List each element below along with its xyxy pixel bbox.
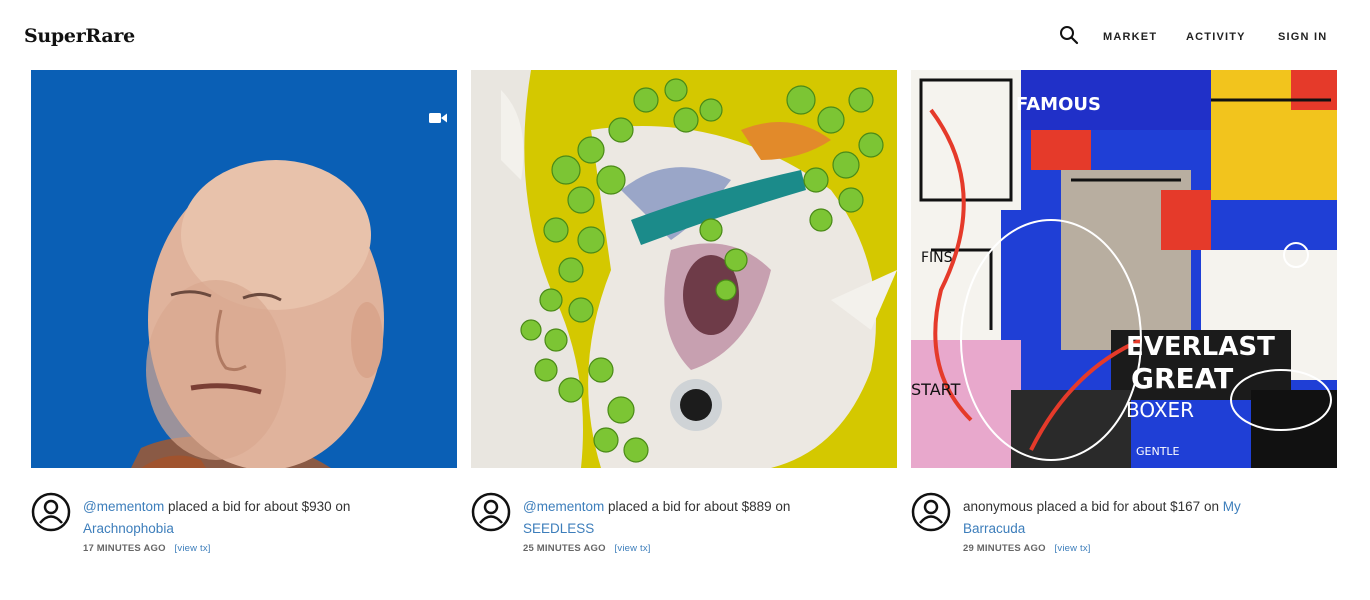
- view-tx-link[interactable]: [view tx]: [1055, 543, 1091, 554]
- nav-activity-link[interactable]: ACTIVITY: [1186, 31, 1246, 43]
- user-avatar-icon[interactable]: [31, 492, 71, 532]
- user-link[interactable]: @mementom: [83, 499, 164, 514]
- video-camera-icon: [429, 113, 447, 123]
- activity-card: @mementom placed a bid for about $889 on…: [471, 70, 897, 588]
- user-link[interactable]: @mementom: [523, 499, 604, 514]
- search-icon[interactable]: [1059, 25, 1079, 45]
- superrare-logo[interactable]: SuperRare: [24, 25, 135, 47]
- user-avatar-icon[interactable]: [471, 492, 511, 532]
- timestamp-row: 29 MINUTES AGO [view tx]: [963, 543, 1091, 554]
- svg-text:START: START: [911, 380, 961, 399]
- timestamp: 25 MINUTES AGO: [523, 543, 606, 554]
- nav-sign-in-link[interactable]: SIGN IN: [1278, 31, 1327, 43]
- svg-text:GENTLE: GENTLE: [1136, 445, 1180, 458]
- user-name: anonymous: [963, 499, 1033, 514]
- artwork-thumbnail[interactable]: EVERLAST GREAT BOXER FAMOUS FINS START G…: [911, 70, 1337, 468]
- view-tx-link[interactable]: [view tx]: [615, 543, 651, 554]
- artwork-thumbnail[interactable]: [471, 70, 897, 468]
- artwork-link[interactable]: Arachnophobia: [83, 521, 174, 536]
- activity-description: anonymous placed a bid for about $167 on…: [963, 496, 1263, 540]
- top-navbar: SuperRare MARKET ACTIVITY SIGN IN: [0, 0, 1370, 70]
- view-tx-link[interactable]: [view tx]: [175, 543, 211, 554]
- svg-text:EVERLAST: EVERLAST: [1126, 332, 1275, 362]
- artwork-image-seedless: [471, 70, 897, 468]
- artwork-link[interactable]: SEEDLESS: [523, 521, 594, 536]
- svg-text:FINS: FINS: [921, 250, 953, 266]
- user-avatar-icon[interactable]: [911, 492, 951, 532]
- svg-text:BOXER: BOXER: [1126, 398, 1194, 422]
- svg-text:GREAT: GREAT: [1131, 362, 1233, 395]
- activity-description: @mementom placed a bid for about $930 on…: [83, 496, 383, 540]
- artwork-image-bald-head: [31, 70, 457, 468]
- timestamp: 29 MINUTES AGO: [963, 543, 1046, 554]
- activity-card: EVERLAST GREAT BOXER FAMOUS FINS START G…: [911, 70, 1337, 588]
- activity-card: @mementom placed a bid for about $930 on…: [31, 70, 457, 588]
- timestamp-row: 17 MINUTES AGO [view tx]: [83, 543, 211, 554]
- artwork-thumbnail[interactable]: [31, 70, 457, 468]
- timestamp: 17 MINUTES AGO: [83, 543, 166, 554]
- activity-description: @mementom placed a bid for about $889 on…: [523, 496, 823, 540]
- bid-text: placed a bid for about $930 on: [168, 499, 351, 514]
- bid-text: placed a bid for about $889 on: [608, 499, 791, 514]
- nav-market-link[interactable]: MARKET: [1103, 31, 1157, 43]
- timestamp-row: 25 MINUTES AGO [view tx]: [523, 543, 651, 554]
- artwork-image-painting: EVERLAST GREAT BOXER FAMOUS FINS START G…: [911, 70, 1337, 468]
- bid-text: placed a bid for about $167 on: [1036, 499, 1219, 514]
- svg-text:FAMOUS: FAMOUS: [1016, 94, 1101, 115]
